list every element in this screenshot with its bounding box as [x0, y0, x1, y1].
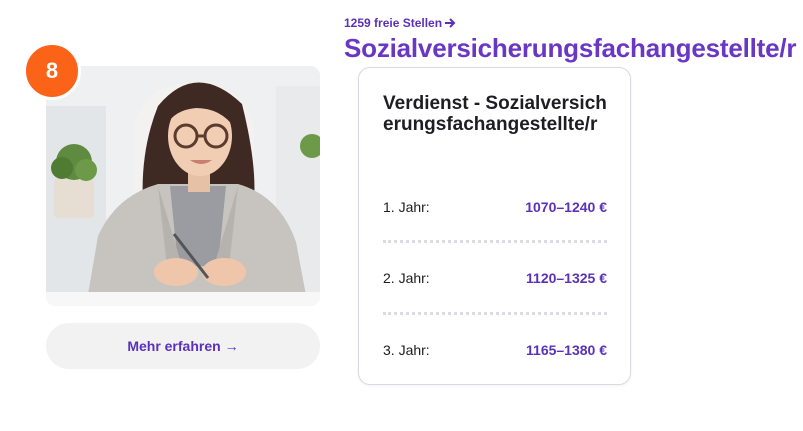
- salary-row: 2. Jahr: 1120–1325 €: [383, 270, 607, 286]
- salary-row: 3. Jahr: 1165–1380 €: [383, 342, 607, 358]
- salary-amount: 1165–1380 €: [526, 342, 607, 358]
- open-positions-link[interactable]: 1259 freie Stellen: [344, 16, 456, 30]
- learn-more-button[interactable]: Mehr erfahren →: [46, 323, 320, 369]
- salary-amount: 1070–1240 €: [525, 199, 607, 215]
- salary-amount: 1120–1325 €: [526, 270, 607, 286]
- arrow-right-icon: [445, 18, 456, 28]
- salary-year: 1. Jahr:: [383, 199, 430, 215]
- salary-card: Verdienst - Sozialversicherungsfachanges…: [358, 67, 631, 385]
- rank-number: 8: [45, 58, 59, 83]
- salary-year: 2. Jahr:: [383, 270, 430, 286]
- rank-badge: 8: [23, 42, 81, 100]
- open-positions-label: 1259 freie Stellen: [344, 16, 443, 30]
- learn-more-label: Mehr erfahren: [127, 338, 221, 354]
- salary-year: 3. Jahr:: [383, 342, 430, 358]
- salary-card-title: Verdienst - Sozialversicherungsfachanges…: [383, 93, 607, 135]
- occupation-teaser: 8 Mehr erfahren → 1259 freie Stellen Soz…: [0, 0, 803, 431]
- row-divider: [383, 240, 607, 243]
- woman-office-illustration: [46, 66, 320, 306]
- row-divider: [383, 312, 607, 315]
- occupation-photo: [46, 66, 320, 306]
- arrow-right-icon: →: [224, 338, 239, 354]
- job-title: Sozialversicherungsfachangestellte/r: [344, 33, 797, 63]
- salary-row: 1. Jahr: 1070–1240 €: [383, 199, 607, 215]
